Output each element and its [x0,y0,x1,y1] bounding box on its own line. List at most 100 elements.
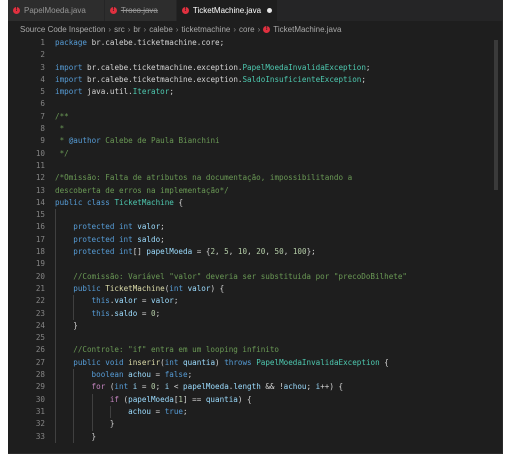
code-editor[interactable]: 1 package br.calebe.ticketmachine.core; 2 3… [8,37,502,443]
scrollbar[interactable] [494,40,498,190]
code-line[interactable]: 2 [8,49,502,61]
indent-guide [55,356,56,370]
breadcrumb-item[interactable]: TicketMachine.java [273,25,341,34]
code-token: = [150,370,165,380]
line-number: 12 [35,173,45,183]
code-token: = [137,308,151,318]
breadcrumb-item[interactable]: br [133,25,140,34]
indent-guide [55,209,56,222]
breadcrumb-item[interactable]: core [239,25,255,34]
code-text: public TicketMachine(int valor) { [73,283,224,295]
error-icon: ! [13,7,20,14]
breadcrumb-item[interactable]: calebe [149,25,173,34]
code-token: boolean [91,370,129,380]
code-token: ; [160,222,165,232]
code-line[interactable]: 33} [8,430,502,443]
tab-ticketmachine[interactable]: ! TicketMachine.java [176,0,278,21]
code-token: ; [155,308,161,318]
code-token: ) { [237,394,252,404]
code-token: PapelMoedaInvalidaException [242,62,366,72]
code-line[interactable]: 29 for (int i = 0; i < papelMoeda.length … [8,381,502,394]
line-number: 14 [35,197,45,207]
breadcrumb-item[interactable]: ticketmachine [181,25,230,34]
breadcrumb-item[interactable]: src [114,25,125,34]
code-token: ; [182,406,188,416]
code-line[interactable]: 25 [8,332,502,345]
code-line[interactable]: 1 package br.calebe.ticketmachine.core; [8,37,502,49]
code-token: valor [114,296,138,306]
code-line[interactable]: 28 boolean achou = false; [8,369,502,382]
line-number: 16 [35,222,45,232]
code-line[interactable]: 11 [8,160,502,172]
code-text: protected int valor; [73,221,164,233]
code-token: saldo [114,308,138,318]
code-line[interactable]: 8 * [8,123,502,135]
code-line[interactable]: 7 /** [8,111,502,123]
code-line[interactable]: 12 /*Omissão: Falta de atributos na docum… [8,172,502,184]
indent-guide [73,381,75,394]
code-line[interactable]: 3 import br.calebe.ticketmachine.exceptio… [8,62,502,74]
code-line[interactable]: 22 this.valor = valor; [8,295,502,308]
code-line[interactable]: 13 descoberta de erros na implementação*/ [8,185,502,197]
indent-guide [55,258,56,271]
breadcrumb-item[interactable]: Source Code Inspection [20,25,105,34]
code-line[interactable]: 30 if (papelMoeda[1] == quantia) { [8,393,502,406]
indent-guide [55,307,56,320]
code-line[interactable]: 15 [8,209,502,222]
code-text: } [92,431,97,443]
code-line[interactable]: 17 protected int saldo; [8,233,502,247]
line-number: 1 [40,38,45,47]
code-line[interactable]: 18 protected int[] papelMoeda = {2, 5, 10… [8,246,502,259]
indent-guide [55,221,56,234]
line-number: 10 [35,148,45,158]
code-line[interactable]: 26 //Controle: "if" entra em um looping i… [8,344,502,357]
code-text: /** [55,111,69,123]
chevron-right-icon: › [233,24,237,34]
code-token: , [247,247,257,257]
code-line[interactable]: 27 public void inserir(int quantia) throw… [8,356,502,370]
code-line[interactable]: 9 * @author Calebe de Paula Bianchini [8,135,502,147]
code-line[interactable]: 20 //Comissão: Variável "valor" deveria s… [8,270,502,283]
code-text: this.saldo = 0; [92,308,161,320]
code-token: }; [306,247,316,257]
code-token: int [114,382,133,392]
line-number: 32 [35,419,45,429]
code-text: } [110,418,115,430]
code-text: //Controle: "if" entra em um looping inf… [73,344,279,356]
tab-troco[interactable]: ! Troco.java [104,0,176,21]
tab-bar: ! PapelMoeda.java ! Troco.java ! TicketM… [8,0,502,21]
code-line[interactable]: 19 [8,258,502,271]
code-line[interactable]: 6 [8,98,502,110]
code-token: public [73,283,106,293]
indent-guide [55,430,56,443]
code-token: import [55,62,88,72]
code-token: } [73,320,78,330]
code-line[interactable]: 32} [8,418,502,431]
code-line[interactable]: 16 protected int valor; [8,221,502,234]
code-token: valor [187,283,211,293]
code-token: br.calebe.ticketmachine.core; [91,38,225,47]
code-line[interactable]: 31 achou = true; [8,405,502,419]
code-text: public class TicketMachine { [55,197,183,209]
line-number: 11 [35,160,45,170]
code-text: protected int[] papelMoeda = {2, 5, 10, … [73,246,315,258]
line-number: 7 [40,111,45,121]
line-number: 31 [35,406,45,416]
code-line[interactable]: 14 public class TicketMachine { [8,197,502,209]
code-text: } [73,320,78,332]
code-token: = [137,382,152,392]
tab-papelmoeda[interactable]: ! PapelMoeda.java [8,0,104,21]
code-line[interactable]: 10 */ [8,148,502,160]
code-line[interactable]: 5 import java.util.Iterator; [8,86,502,98]
code-line[interactable]: 4 import br.calebe.ticketmachine.exceptio… [8,74,502,86]
code-token: 10 [237,247,248,257]
line-number: 6 [40,99,45,109]
unsaved-dot-icon[interactable] [267,8,273,13]
code-line[interactable]: 23 this.saldo = 0; [8,307,502,320]
code-line[interactable]: 21 public TicketMachine(int valor) { [8,282,502,296]
code-text: /*Omissão: Falta de atributos na documen… [55,172,352,184]
line-number: 21 [35,283,45,293]
indent-guide [55,393,56,406]
code-line[interactable]: 24} [8,319,502,333]
code-token: , [283,247,293,257]
